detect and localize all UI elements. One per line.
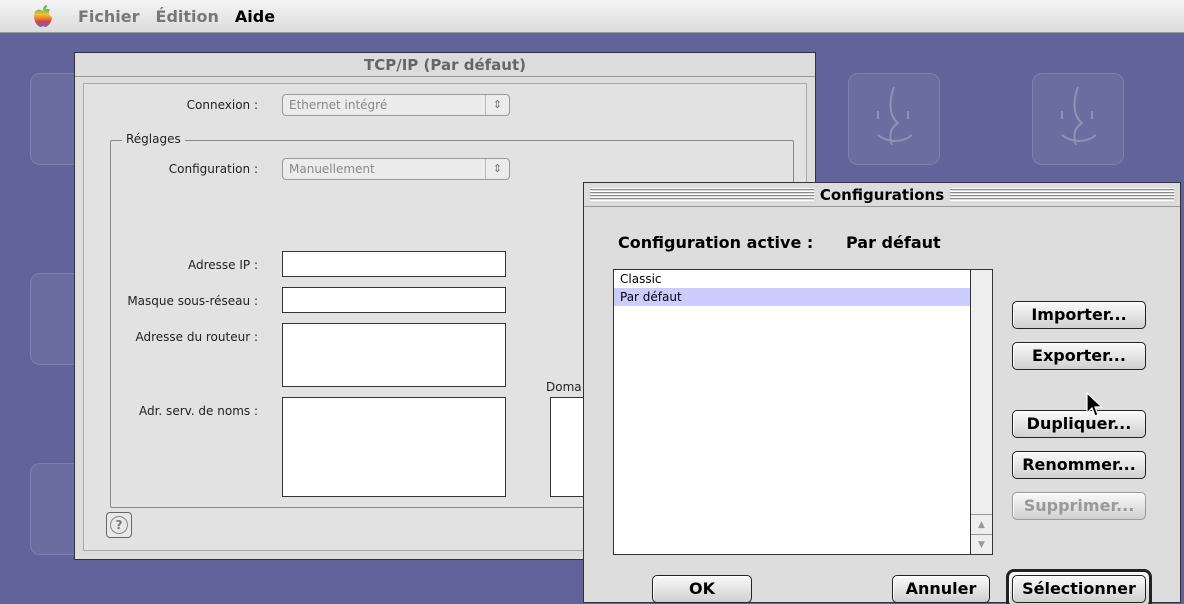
tcpip-window-title: TCP/IP (Par défaut) <box>364 55 526 74</box>
cancel-button[interactable]: Annuler <box>892 575 990 603</box>
duplicate-button[interactable]: Dupliquer... <box>1012 410 1146 438</box>
import-button[interactable]: Importer... <box>1012 301 1146 329</box>
configurations-window-title: Configurations <box>813 185 951 204</box>
help-icon: ? <box>110 516 128 534</box>
help-button[interactable]: ? <box>106 512 132 538</box>
configurations-titlebar[interactable]: Configurations <box>584 183 1180 207</box>
apple-menu-icon[interactable] <box>30 3 56 29</box>
connexion-value: Ethernet intégré <box>289 98 388 112</box>
ip-address-label: Adresse IP : <box>187 258 258 272</box>
list-item-par-defaut[interactable]: Par défaut <box>614 288 970 306</box>
configurations-list[interactable]: Classic Par défaut ▲ ▼ <box>613 269 993 555</box>
domain-label: Doma <box>546 380 582 394</box>
mac-os-face-icon <box>848 73 940 165</box>
router-address-field[interactable] <box>282 323 506 387</box>
scroll-down-arrow-icon[interactable]: ▼ <box>971 534 992 554</box>
rename-button[interactable]: Renommer... <box>1012 451 1146 479</box>
subnet-mask-field[interactable] <box>282 287 506 313</box>
delete-button[interactable]: Supprimer... <box>1012 492 1146 520</box>
list-item-classic[interactable]: Classic <box>614 270 992 288</box>
name-server-label: Adr. serv. de noms : <box>138 404 258 418</box>
mac-os-face-icon <box>1032 73 1124 165</box>
configuration-value: Manuellement <box>289 162 375 176</box>
active-configuration-label: Configuration active : <box>618 233 814 252</box>
popup-arrows-icon: ⇕ <box>485 159 509 179</box>
name-server-field[interactable] <box>282 397 506 497</box>
menu-edition[interactable]: Édition <box>156 7 219 26</box>
menu-fichier[interactable]: Fichier <box>78 7 140 26</box>
scroll-up-arrow-icon[interactable]: ▲ <box>971 514 992 534</box>
settings-group-title: Réglages <box>122 132 185 146</box>
menu-bar: Fichier Édition Aide <box>0 0 1184 33</box>
connexion-label: Connexion : <box>186 98 258 112</box>
popup-arrows-icon: ⇕ <box>485 95 509 115</box>
ok-button[interactable]: OK <box>652 575 752 603</box>
router-address-label: Adresse du routeur : <box>135 330 258 344</box>
configuration-popup[interactable]: Manuellement ⇕ <box>282 158 510 180</box>
menu-aide[interactable]: Aide <box>235 7 275 26</box>
mouse-pointer-icon <box>1086 392 1104 417</box>
list-scrollbar[interactable]: ▲ ▼ <box>970 270 992 554</box>
active-configuration-value: Par défaut <box>846 233 941 252</box>
configuration-label: Configuration : <box>168 162 258 176</box>
tcpip-titlebar[interactable]: TCP/IP (Par défaut) <box>75 53 815 77</box>
connexion-popup[interactable]: Ethernet intégré ⇕ <box>282 94 510 116</box>
select-button[interactable]: Sélectionner <box>1012 575 1146 603</box>
export-button[interactable]: Exporter... <box>1012 342 1146 370</box>
subnet-mask-label: Masque sous-réseau : <box>127 294 258 308</box>
ip-address-field[interactable] <box>282 251 506 277</box>
